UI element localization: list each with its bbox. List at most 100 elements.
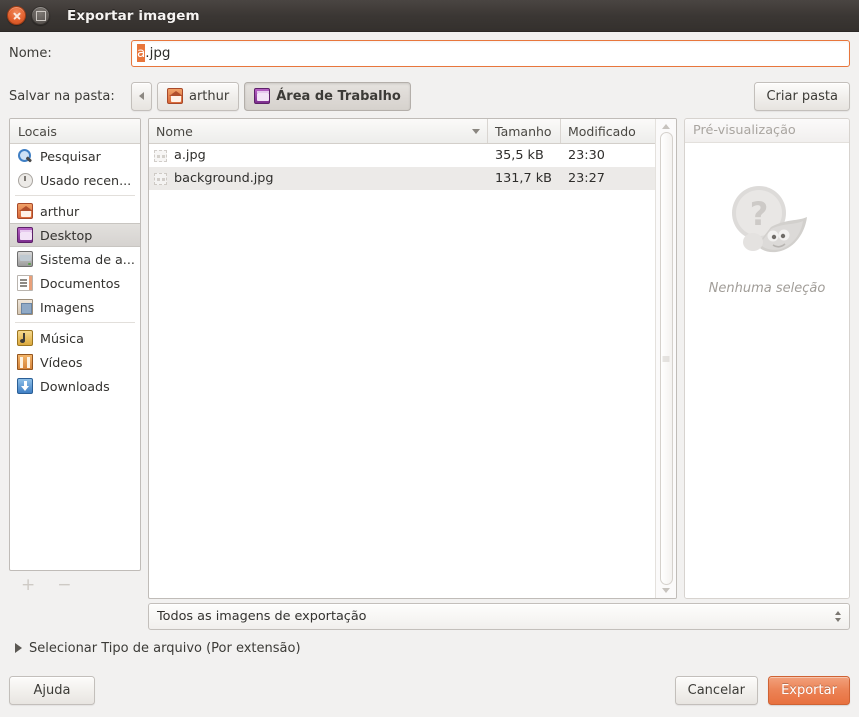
documents-icon xyxy=(17,275,33,291)
primary-actions: Cancelar Exportar xyxy=(674,675,850,705)
file-type-expander[interactable]: Selecionar Tipo de arquivo (Por extensão… xyxy=(9,633,850,663)
sidebar-item-videos[interactable]: Vídeos xyxy=(10,350,140,374)
cancel-button[interactable]: Cancelar xyxy=(674,675,758,705)
file-size-cell: 131,7 kB xyxy=(495,171,552,186)
sidebar-item-arthur[interactable]: arthur xyxy=(10,199,140,223)
save-folder-label: Salvar na pasta: xyxy=(9,88,115,104)
file-modified-cell: 23:30 xyxy=(568,148,605,163)
filename-label: Nome: xyxy=(9,45,52,61)
sidebar-item-label: Desktop xyxy=(40,227,93,243)
sidebar-item-imagens[interactable]: Imagens xyxy=(10,295,140,319)
file-list-rows: a.jpg 35,5 kB 23:30 background.jpg 131,7… xyxy=(149,144,655,598)
broken-image-icon xyxy=(154,149,167,162)
sort-descending-icon xyxy=(472,128,480,134)
breadcrumb-desktop[interactable]: Área de Trabalho xyxy=(244,81,411,111)
breadcrumb-arthur[interactable]: arthur xyxy=(157,81,240,111)
column-header-nome[interactable]: Nome xyxy=(149,119,488,143)
column-header-label: Tamanho xyxy=(495,123,552,139)
sidebar-item-label: Música xyxy=(40,330,84,346)
help-button[interactable]: Ajuda xyxy=(9,675,95,705)
places-footer: + − xyxy=(9,571,141,599)
sidebar-item-pesquisar[interactable]: Pesquisar xyxy=(10,144,140,168)
sidebar-item-label: arthur xyxy=(40,203,80,219)
column-header-label: Modificado xyxy=(568,123,636,139)
sidebar-separator xyxy=(15,322,135,323)
path-back-button[interactable] xyxy=(131,81,152,111)
scroll-up-icon[interactable] xyxy=(662,124,670,129)
sidebar-item-label: Vídeos xyxy=(40,354,83,370)
drive-icon xyxy=(17,251,33,267)
expander-label: Selecionar Tipo de arquivo (Por extensão… xyxy=(29,640,301,656)
filename-selected-text: a xyxy=(137,44,146,62)
file-name-cell: a.jpg xyxy=(149,144,488,167)
path-row: Salvar na pasta: arthur Área de Trabalho… xyxy=(9,74,850,118)
home-icon xyxy=(17,203,33,219)
scrollbar-track[interactable] xyxy=(659,132,673,585)
file-modified-cell: 23:27 xyxy=(568,171,605,186)
places-column: Locais Pesquisar Usado recen... arthur D… xyxy=(9,118,141,599)
dialog-actions: Ajuda Cancelar Exportar xyxy=(9,663,850,717)
export-image-dialog: Nome: a .jpg Salvar na pasta: arthur Área… xyxy=(0,32,859,717)
preview-header: Pré-visualização xyxy=(685,119,849,143)
preview-column: Pré-visualização ? Nenhuma seleção xyxy=(684,118,850,599)
sidebar-item-label: Usado recen... xyxy=(40,172,132,188)
sidebar-item-label: Pesquisar xyxy=(40,148,101,164)
file-browser-column: Nome Tamanho Modificado a.jpg 35,5 kB 23… xyxy=(148,118,677,599)
column-header-modificado[interactable]: Modificado xyxy=(561,119,655,143)
preview-empty-label: Nenhuma seleção xyxy=(708,281,826,296)
music-icon xyxy=(17,330,33,346)
preview-body: ? Nenhuma seleção xyxy=(685,143,849,598)
home-folder-icon xyxy=(167,88,183,104)
scrollbar-grip-icon xyxy=(662,356,670,361)
scroll-down-icon[interactable] xyxy=(662,588,670,593)
sidebar-item-documentos[interactable]: Documentos xyxy=(10,271,140,295)
maximize-icon[interactable] xyxy=(31,6,50,25)
search-icon xyxy=(17,148,33,164)
sidebar-item-sistema-de-arquivos[interactable]: Sistema de a... xyxy=(10,247,140,271)
scrollbar-thumb[interactable] xyxy=(659,132,673,585)
filename-input[interactable]: a .jpg xyxy=(131,39,850,67)
create-folder-button[interactable]: Criar pasta xyxy=(754,81,850,111)
window-titlebar: Exportar imagem xyxy=(0,0,859,32)
filename-rest-text: .jpg xyxy=(145,45,171,61)
table-row[interactable]: background.jpg 131,7 kB 23:27 xyxy=(149,167,655,190)
sidebar-item-desktop[interactable]: Desktop xyxy=(10,223,140,247)
file-list-scrollbar[interactable] xyxy=(655,119,676,598)
svg-text:?: ? xyxy=(750,195,769,233)
desktop-icon xyxy=(254,88,271,104)
places-sidebar: Locais Pesquisar Usado recen... arthur D… xyxy=(9,118,141,571)
download-icon xyxy=(17,378,33,394)
filter-row: Todos as imagens de exportação xyxy=(9,599,850,633)
places-header: Locais xyxy=(10,119,140,144)
recent-icon xyxy=(17,172,33,188)
file-name-label: background.jpg xyxy=(174,171,274,186)
spinner-down-icon[interactable] xyxy=(835,617,841,622)
sidebar-item-label: Downloads xyxy=(40,378,110,394)
file-name-label: a.jpg xyxy=(174,148,206,163)
remove-place-button[interactable]: − xyxy=(57,576,71,594)
table-row[interactable]: a.jpg 35,5 kB 23:30 xyxy=(149,144,655,167)
expander-collapsed-icon[interactable] xyxy=(15,643,22,653)
file-list-header: Nome Tamanho Modificado xyxy=(149,119,655,144)
add-place-button[interactable]: + xyxy=(21,576,35,594)
filter-selected-label: Todos as imagens de exportação xyxy=(157,608,367,624)
broken-image-icon xyxy=(154,172,167,185)
file-list-inner: Nome Tamanho Modificado a.jpg 35,5 kB 23… xyxy=(149,119,655,598)
column-header-tamanho[interactable]: Tamanho xyxy=(488,119,561,143)
file-name-cell: background.jpg xyxy=(149,167,488,190)
breadcrumb-desktop-label: Área de Trabalho xyxy=(276,88,401,104)
breadcrumb-arthur-label: arthur xyxy=(189,88,230,104)
desktop-icon xyxy=(17,227,33,243)
sidebar-item-downloads[interactable]: Downloads xyxy=(10,374,140,398)
sidebar-item-label: Documentos xyxy=(40,275,121,291)
export-button[interactable]: Exportar xyxy=(768,675,850,705)
spinner-up-icon[interactable] xyxy=(835,610,841,615)
combo-arrows xyxy=(835,610,841,622)
sidebar-item-usado-recentemente[interactable]: Usado recen... xyxy=(10,168,140,192)
close-icon[interactable] xyxy=(7,6,26,25)
file-type-filter-combo[interactable]: Todos as imagens de exportação xyxy=(148,602,850,630)
pictures-icon xyxy=(17,299,33,315)
video-icon xyxy=(17,354,33,370)
sidebar-item-musica[interactable]: Música xyxy=(10,326,140,350)
file-size-cell: 35,5 kB xyxy=(495,148,544,163)
